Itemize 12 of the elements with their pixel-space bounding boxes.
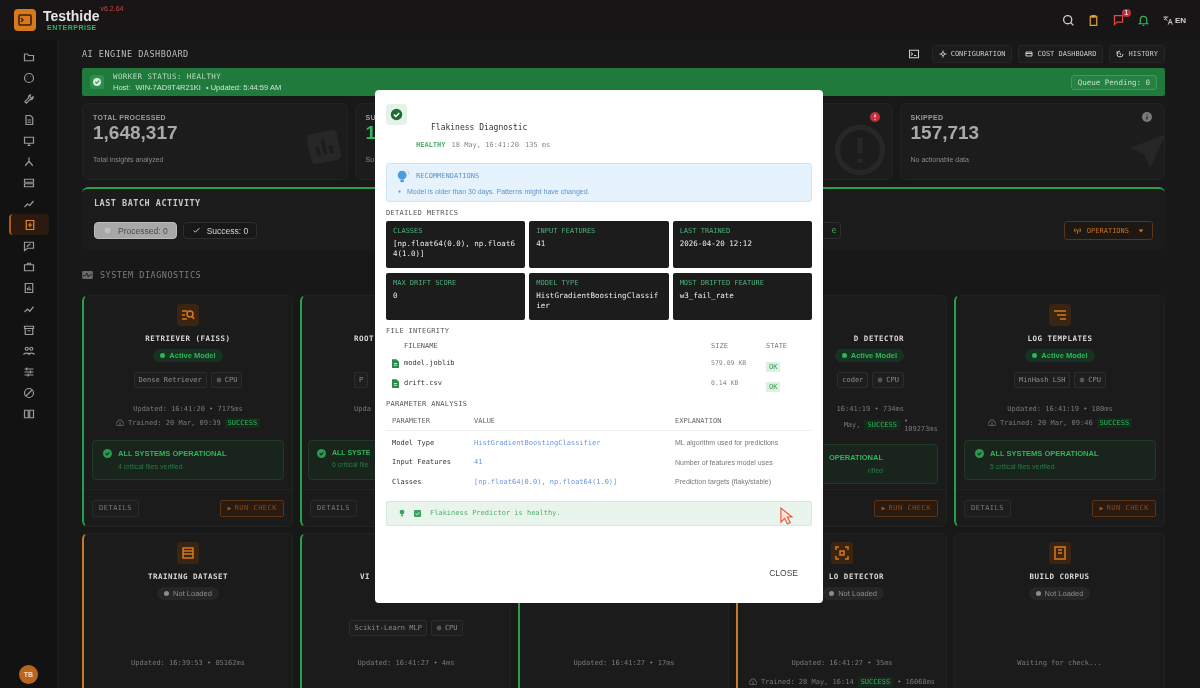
stat-value: 1 bbox=[365, 123, 377, 144]
batch-title: LAST BATCH ACTIVITY bbox=[94, 198, 202, 208]
brand-name: Testhide bbox=[43, 9, 100, 23]
filter-chip[interactable]: Success: 0 bbox=[182, 222, 258, 239]
close-button[interactable]: CLOSE bbox=[765, 564, 802, 582]
stat-value: 1,648,317 bbox=[93, 123, 178, 144]
stat-value: 157,713 bbox=[910, 123, 980, 144]
page-title: AI ENGINE DASHBOARD bbox=[82, 49, 189, 59]
filter-chip[interactable]: Processed: 0 bbox=[94, 222, 177, 239]
section-title: SYSTEM DIAGNOSTICS bbox=[100, 270, 202, 280]
language-button[interactable]: EN bbox=[1161, 14, 1186, 26]
dialog-title: Flakiness Diagnostic bbox=[431, 123, 528, 132]
